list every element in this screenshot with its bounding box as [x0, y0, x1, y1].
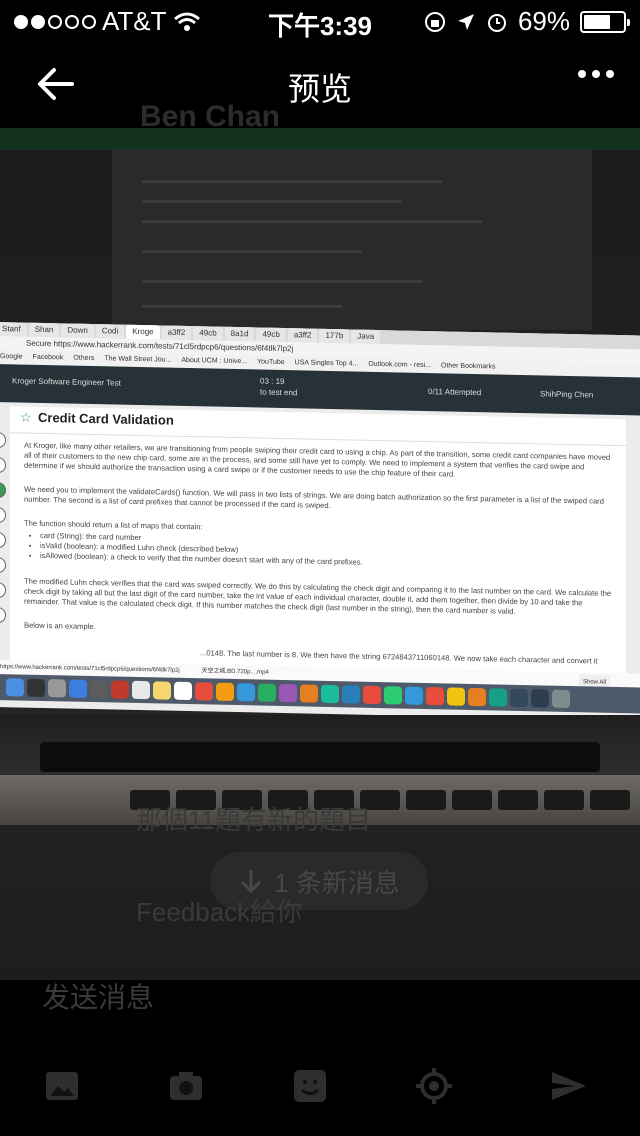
bookmark: YouTube — [257, 358, 285, 367]
browser-tab: Codi — [95, 324, 125, 339]
arrow-down-icon — [241, 870, 262, 894]
browser-tab: Down — [61, 323, 94, 339]
nav-bar: Ben Chan 预览 — [0, 40, 640, 133]
chat-message: Feedback給你 — [136, 897, 303, 927]
bookmark: Facebook — [32, 353, 64, 362]
bookmark: Outlook.com - resi... — [368, 360, 431, 370]
bookmark: Google — [0, 353, 23, 361]
status-url: https://www.hackerrank.com/tests/71cl5rd… — [0, 664, 180, 674]
question-paragraph: The modified Luhn check verifies that th… — [24, 576, 612, 616]
browser-tab: 49cb — [193, 326, 223, 341]
question-number: 7 — [0, 581, 6, 599]
question-number: 8 — [0, 606, 6, 624]
background-monitor — [112, 150, 592, 330]
timer-value: 03 : 19 — [260, 376, 285, 387]
browser-tab: Shan — [28, 322, 60, 338]
status-bar: AT&T 下午3:39 69% — [0, 0, 640, 41]
laptop-hinge — [40, 742, 600, 772]
browser-tab: a3ff2 — [287, 328, 318, 343]
message-input[interactable]: 发送消息 — [42, 976, 154, 1016]
bookmark: Others — [73, 354, 95, 363]
header-strip — [0, 128, 640, 150]
test-name: Kroger Software Engineer Test — [12, 376, 121, 388]
send-icon[interactable] — [548, 1066, 588, 1106]
question-title: Credit Card Validation — [38, 409, 174, 428]
test-timer: 03 : 19 to test end — [260, 376, 297, 399]
question-paragraph: At Kroger, like many other retailers, we… — [24, 440, 611, 479]
bookmark: The Wall Street Jou... — [104, 355, 172, 364]
question-paragraph: Below is an example. — [24, 620, 96, 632]
alarm-icon — [487, 13, 506, 32]
user-name: ShihPing Chen — [540, 389, 594, 400]
question-number: 2 — [0, 456, 6, 474]
question-panel: ☆ Credit Card Validation At Kroger, like… — [10, 406, 626, 680]
battery-percent: 69% — [517, 6, 570, 36]
laptop-screen: Stanf Shan Down Codi Kroge a3ff2 49cb 8a… — [0, 322, 640, 721]
question-number: 3 — [0, 481, 6, 499]
more-options-icon[interactable] — [578, 70, 614, 78]
rotation-lock-icon — [424, 11, 445, 32]
question-number: 6 — [0, 556, 6, 574]
location-arrow-icon — [457, 13, 474, 30]
browser-tab: a3ff2 — [161, 325, 192, 341]
sticker-icon[interactable] — [290, 1066, 330, 1106]
bookmark: Other Bookmarks — [440, 362, 496, 371]
browser-tab: Java — [351, 329, 381, 345]
timer-label: to test end — [260, 387, 298, 398]
chat-toolbar — [0, 1050, 640, 1120]
browser-tab: Kroge — [126, 324, 160, 340]
page-title: 预览 — [287, 71, 352, 107]
bookmark: USA Singles Top 4... — [294, 359, 359, 368]
download-file: 天空之城.BD.720p....mp4 — [201, 668, 269, 676]
browser-tab: 177b — [319, 328, 350, 344]
question-paragraph: ...0148. The last number is 8. We then h… — [200, 648, 598, 666]
image-icon[interactable] — [42, 1066, 82, 1106]
battery-icon — [580, 10, 630, 33]
browser-tab: 49cb — [256, 327, 286, 343]
question-paragraph: We need you to implement the validateCar… — [24, 484, 604, 511]
star-icon: ☆ — [20, 409, 32, 425]
bookmark: About UCM : Unive... — [181, 356, 248, 366]
camera-icon[interactable] — [166, 1066, 206, 1106]
question-number: 5 — [0, 531, 6, 549]
chat-message: 那個11題有新的題目 — [136, 805, 371, 835]
browser-tab: Stanf — [0, 322, 27, 337]
location-icon[interactable] — [414, 1066, 454, 1106]
browser-tab: 8a1d — [224, 326, 255, 342]
question-number: 4 — [0, 506, 6, 524]
attempted-count: 0/11 Attempted — [428, 387, 482, 398]
question-number: 1 — [0, 431, 6, 449]
